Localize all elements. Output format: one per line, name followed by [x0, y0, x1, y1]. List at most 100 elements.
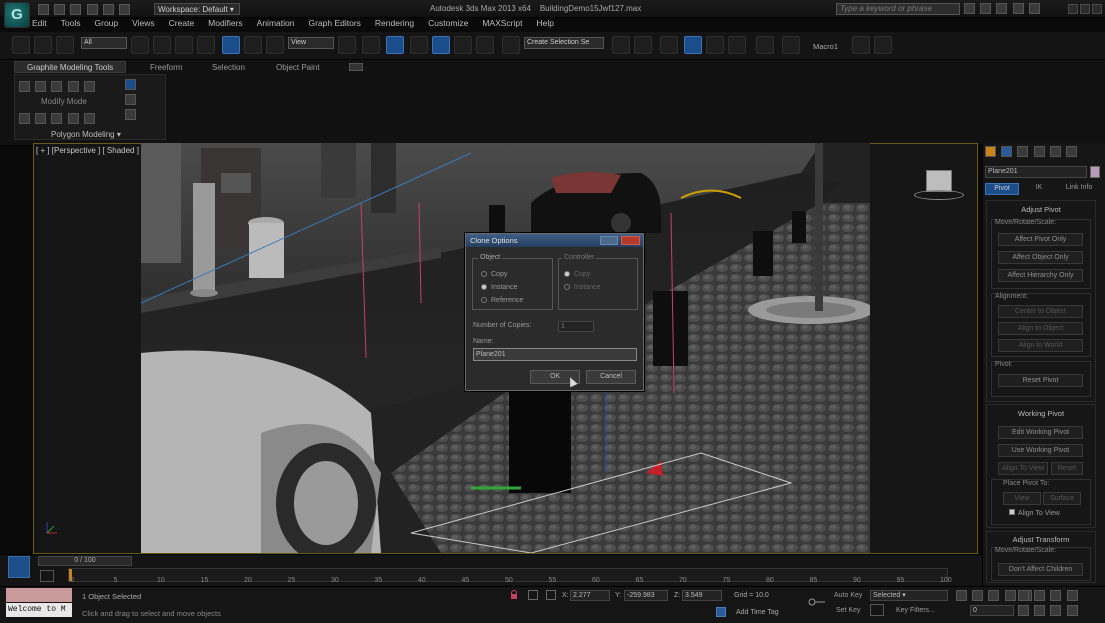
- cancel-button[interactable]: Cancel: [586, 370, 636, 384]
- time-config-icon[interactable]: [1018, 590, 1029, 601]
- menu-item-views[interactable]: Views: [132, 18, 155, 28]
- help-icon[interactable]: [1028, 3, 1040, 14]
- dialog-close-icon[interactable]: [621, 236, 640, 245]
- transform-type-in-icon[interactable]: [546, 590, 556, 600]
- zoom-all-icon[interactable]: [1050, 590, 1062, 601]
- menu-item-customize[interactable]: Customize: [428, 18, 468, 28]
- material-editor-icon[interactable]: [756, 36, 774, 54]
- affect-hierarchy-only-button[interactable]: Affect Hierarchy Only: [998, 269, 1083, 282]
- dont-affect-children-button[interactable]: Don't Affect Children: [998, 563, 1083, 576]
- new-file-icon[interactable]: [38, 4, 49, 15]
- motion-tab-icon[interactable]: [1033, 146, 1045, 157]
- select-object-icon[interactable]: [131, 36, 149, 54]
- menu-item-modifiers[interactable]: Modifiers: [208, 18, 242, 28]
- play-icon[interactable]: [988, 590, 1000, 601]
- selection-filter-dropdown[interactable]: All: [81, 37, 127, 49]
- center-to-object-button[interactable]: Center to Object: [998, 305, 1083, 318]
- menu-item-create[interactable]: Create: [169, 18, 195, 28]
- lock-selection-icon[interactable]: [510, 590, 518, 600]
- pivot-center-icon[interactable]: [338, 36, 356, 54]
- hierarchy-tab-icon[interactable]: [1017, 146, 1029, 157]
- name-input[interactable]: Plane201: [473, 348, 637, 361]
- affect-pivot-only-button[interactable]: Affect Pivot Only: [998, 233, 1083, 246]
- communication-icon[interactable]: [996, 3, 1008, 14]
- macro-label[interactable]: Macro1: [813, 42, 838, 51]
- add-time-tag[interactable]: Add Time Tag: [736, 609, 779, 616]
- display-tab-icon[interactable]: [1049, 146, 1061, 157]
- x-coordinate-field[interactable]: 2.277: [570, 590, 610, 601]
- viewcube-icon[interactable]: [926, 170, 952, 192]
- link-icon[interactable]: [12, 36, 30, 54]
- copies-spinner[interactable]: 1: [558, 321, 594, 332]
- bind-space-warp-icon[interactable]: [56, 36, 74, 54]
- subscription-icon[interactable]: [980, 3, 992, 14]
- next-frame-icon[interactable]: [1004, 590, 1016, 601]
- previous-frame-icon[interactable]: [972, 590, 984, 601]
- affect-object-only-button[interactable]: Affect Object Only: [998, 251, 1083, 264]
- edge-icon[interactable]: [35, 81, 47, 92]
- object-color-swatch[interactable]: [1090, 166, 1100, 178]
- absolute-mode-icon[interactable]: [528, 590, 538, 600]
- show-end-result-icon[interactable]: [83, 113, 95, 124]
- zoom-extents-icon[interactable]: [1066, 590, 1078, 601]
- redo-icon[interactable]: [102, 4, 114, 15]
- orbit-icon[interactable]: [1050, 605, 1062, 616]
- maxscript-mini-listener[interactable]: Welcome to M: [6, 603, 72, 617]
- set-key-button[interactable]: Set Key: [836, 607, 861, 614]
- menu-item-tools[interactable]: Tools: [61, 18, 81, 28]
- previous-modifier-icon[interactable]: [19, 113, 30, 124]
- menu-item-maxscript[interactable]: MAXScript: [482, 18, 522, 28]
- render-setup-icon[interactable]: [782, 36, 800, 54]
- current-frame-field[interactable]: 0: [970, 605, 1014, 616]
- adjust-transform-title[interactable]: Adjust Transform: [987, 535, 1095, 544]
- undo-icon[interactable]: [86, 4, 98, 15]
- workspace-dropdown[interactable]: Workspace: Default ▾: [154, 3, 240, 15]
- pan-view-icon[interactable]: [1034, 605, 1046, 616]
- tab-ik[interactable]: IK: [1022, 183, 1056, 195]
- close-button[interactable]: [1092, 4, 1102, 14]
- object-copy-radio[interactable]: Copy: [481, 271, 507, 278]
- tab-pivot[interactable]: Pivot: [985, 183, 1019, 195]
- menu-item-rendering[interactable]: Rendering: [375, 18, 414, 28]
- rectangular-selection-icon[interactable]: [175, 36, 193, 54]
- preserve-uvs-icon[interactable]: [51, 113, 63, 124]
- project-folder-icon[interactable]: [119, 4, 131, 15]
- viewport-label[interactable]: [ + ] [Perspective ] [ Shaded ]: [36, 146, 139, 155]
- tab-graphite-modeling[interactable]: Graphite Modeling Tools: [14, 61, 126, 73]
- working-pivot-reset-button[interactable]: Reset: [1051, 462, 1083, 475]
- create-tab-icon[interactable]: [985, 146, 996, 157]
- maximize-button[interactable]: [1080, 4, 1090, 14]
- adjust-pivot-title[interactable]: Adjust Pivot: [987, 205, 1095, 214]
- quickslice-icon[interactable]: [125, 109, 136, 120]
- auto-key-button[interactable]: Auto Key: [834, 592, 862, 599]
- search-input[interactable]: Type a keyword or phrase: [836, 3, 960, 15]
- tab-link-info[interactable]: Link Info: [1058, 183, 1100, 195]
- object-reference-radio[interactable]: Reference: [481, 297, 523, 304]
- object-name-field[interactable]: Plane201: [985, 166, 1087, 178]
- menu-item-edit[interactable]: Edit: [32, 18, 47, 28]
- dialog-help-icon[interactable]: [600, 236, 618, 245]
- border-icon[interactable]: [51, 81, 63, 92]
- next-modifier-icon[interactable]: [35, 113, 47, 124]
- edit-named-selection-icon[interactable]: [502, 36, 520, 54]
- viewcube-ring[interactable]: [914, 190, 964, 200]
- tab-freeform[interactable]: Freeform: [150, 63, 182, 72]
- select-and-scale-icon[interactable]: [266, 36, 284, 54]
- render-frame-icon[interactable]: [852, 36, 870, 54]
- maximize-viewport-icon[interactable]: [1066, 605, 1078, 616]
- utilities-tab-icon[interactable]: [1066, 146, 1078, 157]
- zoom-icon[interactable]: [1034, 590, 1046, 601]
- key-filter-graph-icon[interactable]: [870, 604, 884, 616]
- field-of-view-icon[interactable]: [1018, 605, 1029, 616]
- use-working-pivot-button[interactable]: Use Working Pivot: [998, 444, 1083, 457]
- manipulate-icon[interactable]: [362, 36, 380, 54]
- select-by-name-icon[interactable]: [153, 36, 171, 54]
- time-slider[interactable]: 0 / 100: [38, 556, 132, 566]
- align-to-view-checkbox[interactable]: Align To View: [1009, 509, 1060, 517]
- working-pivot-title[interactable]: Working Pivot: [987, 409, 1095, 418]
- align-icon[interactable]: [634, 36, 652, 54]
- keyboard-shortcut-override-icon[interactable]: [386, 36, 404, 54]
- snaps-toggle-icon[interactable]: [410, 36, 428, 54]
- vertex-icon[interactable]: [19, 81, 30, 92]
- modify-tab-icon[interactable]: [1001, 146, 1013, 157]
